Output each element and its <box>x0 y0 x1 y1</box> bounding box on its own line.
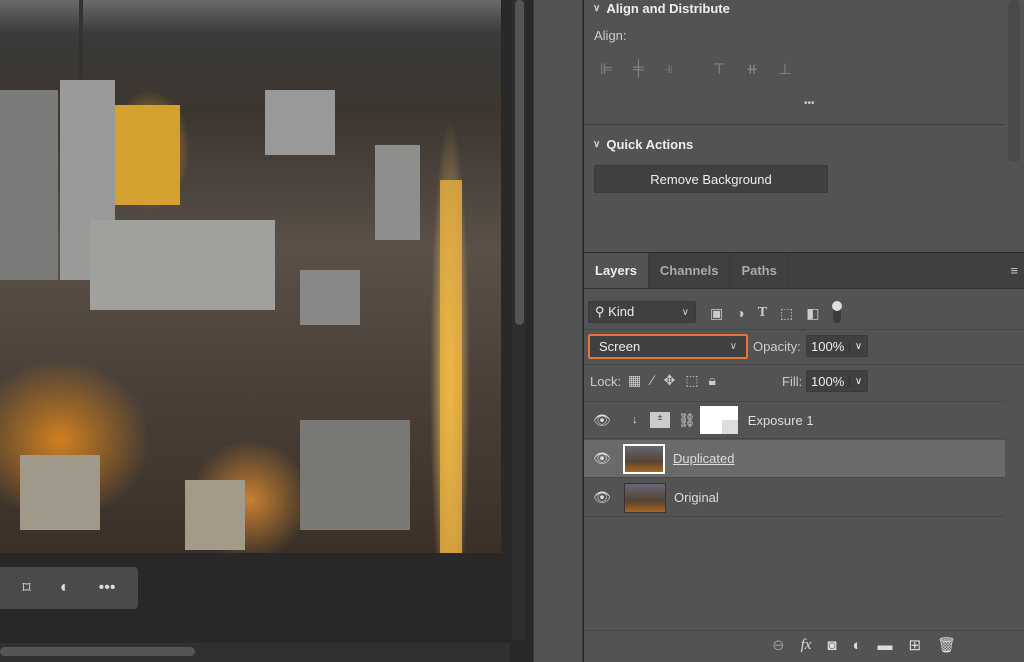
fill-label: Fill: <box>782 374 803 389</box>
tab-layers[interactable]: Layers <box>584 253 649 288</box>
properties-scrollbar[interactable] <box>1008 0 1020 162</box>
align-distribute-header[interactable]: ∨ Align and Distribute <box>593 1 730 16</box>
layer-row-duplicated[interactable]: 👁︎ Duplicated <box>584 440 1005 478</box>
layer-name[interactable]: Original <box>674 490 719 505</box>
align-right-icon[interactable]: ⫣ <box>664 60 673 78</box>
fill-value: 100% <box>811 373 845 389</box>
exposure-adjustment-icon: ± <box>650 412 670 428</box>
fx-icon[interactable]: fx <box>801 637 812 654</box>
chevron-down-icon[interactable]: ∨ <box>849 375 867 387</box>
more-options-button[interactable]: ••• <box>804 98 815 109</box>
contextual-task-bar: ⌑ ◐ ••• <box>0 567 138 609</box>
chevron-down-icon: ∨ <box>593 139 601 150</box>
lock-position-move-icon[interactable]: ✥ <box>664 372 676 389</box>
layer-thumbnail <box>623 443 665 474</box>
blend-mode-select[interactable]: Screen ∨ <box>588 334 748 359</box>
new-adjustment-layer-icon[interactable]: ◐ <box>852 637 861 654</box>
lock-paint-brush-icon[interactable]: ⁄ <box>651 372 653 389</box>
visibility-eye-icon[interactable]: 👁︎ <box>584 489 620 506</box>
pixel-filter-icon[interactable]: ▣ <box>710 305 723 322</box>
trash-icon[interactable]: 🗑︎ <box>937 636 956 654</box>
document-canvas[interactable] <box>0 0 501 553</box>
chevron-down-icon[interactable]: ∨ <box>849 340 867 352</box>
align-vcenter-icon[interactable]: ⧺ <box>746 60 759 78</box>
filter-value: Kind <box>608 304 635 319</box>
properties-panel: ∨ Align and Distribute Align: ⊫ ╪ ⫣ ⊤ ⧺ … <box>584 0 1024 252</box>
shape-filter-icon[interactable]: ⬚ <box>780 305 793 322</box>
filter-icons: ▣ ◑ T ⬚ ◧ <box>710 301 842 323</box>
panel-dock-strip <box>533 0 583 662</box>
chevron-down-icon: ∨ <box>729 341 737 352</box>
clipping-arrow-icon: ↓ <box>632 414 638 426</box>
chevron-down-icon: ∨ <box>681 306 689 318</box>
new-group-folder-icon[interactable]: ▬ <box>878 637 893 654</box>
panel-menu-icon[interactable]: ≡ <box>1010 253 1024 288</box>
align-label: Align: <box>594 28 627 43</box>
filter-toggle[interactable] <box>831 301 842 323</box>
horizontal-scroll-thumb[interactable] <box>0 647 195 656</box>
lock-artboard-icon[interactable]: ⬚ <box>685 372 698 389</box>
layer-row-exposure[interactable]: 👁︎ ↓ ± ⛓︎ Exposure 1 <box>584 401 1005 439</box>
layers-panel: Layers Channels Paths ≡ ⚲ Kind ∨ ▣ ◑ T ⬚… <box>584 253 1024 662</box>
vertical-scroll-thumb[interactable] <box>515 0 524 325</box>
opacity-value: 100% <box>811 338 845 354</box>
panel-tabs: Layers Channels Paths ≡ <box>584 253 1024 289</box>
lock-label: Lock: <box>590 374 622 389</box>
fill-input[interactable]: 100% ∨ <box>806 370 868 392</box>
align-top-icon[interactable]: ⊤ <box>713 60 726 78</box>
link-layers-icon[interactable]: ⊖ <box>772 636 785 654</box>
align-bottom-icon[interactable]: ⊥ <box>778 60 791 78</box>
chevron-down-icon: ∨ <box>593 3 601 14</box>
tab-paths[interactable]: Paths <box>730 253 789 288</box>
adjustment-icon[interactable]: ◐ <box>60 579 70 597</box>
lock-icons: ▦ ⁄ ✥ ⬚ 🔒︎ <box>628 372 716 389</box>
adjustment-filter-icon[interactable]: ◑ <box>736 305 744 321</box>
add-mask-icon[interactable]: ◙ <box>827 637 836 654</box>
layer-row-original[interactable]: 👁︎ Original <box>584 479 1005 517</box>
visibility-eye-icon[interactable]: 👁︎ <box>584 450 620 467</box>
layer-thumbnail <box>624 482 666 513</box>
tab-channels[interactable]: Channels <box>649 253 731 288</box>
lock-all-icon[interactable]: 🔒︎ <box>709 372 716 389</box>
layer-mask-thumbnail[interactable] <box>699 406 738 434</box>
quick-actions-header[interactable]: ∨ Quick Actions <box>593 137 693 152</box>
search-icon: ⚲ <box>595 304 605 319</box>
section-title: Align and Distribute <box>606 1 730 16</box>
new-layer-icon[interactable]: ⊞ <box>909 636 922 654</box>
align-left-icon[interactable]: ⊫ <box>600 60 613 78</box>
align-hcenter-icon[interactable]: ╪ <box>633 60 644 78</box>
remove-background-button[interactable]: Remove Background <box>594 165 828 193</box>
more-icon[interactable]: ••• <box>99 579 116 597</box>
lock-transparent-icon[interactable]: ▦ <box>628 372 641 389</box>
transform-icon[interactable]: ⌑ <box>23 578 31 598</box>
link-icon[interactable]: ⛓︎ <box>678 412 696 429</box>
section-title: Quick Actions <box>606 137 694 152</box>
layer-name[interactable]: Duplicated <box>673 451 734 466</box>
smart-object-filter-icon[interactable]: ◧ <box>806 305 819 322</box>
opacity-input[interactable]: 100% ∨ <box>806 335 868 357</box>
visibility-eye-icon[interactable]: 👁︎ <box>584 412 620 429</box>
blend-mode-value: Screen <box>599 339 641 354</box>
align-buttons: ⊫ ╪ ⫣ ⊤ ⧺ ⊥ <box>600 60 791 78</box>
opacity-label: Opacity: <box>753 339 801 354</box>
layer-name[interactable]: Exposure 1 <box>748 413 814 428</box>
type-filter-icon[interactable]: T <box>758 305 767 321</box>
layers-footer-toolbar: ⊖ fx ◙ ◐ ▬ ⊞ 🗑︎ <box>772 636 956 655</box>
filter-kind-select[interactable]: ⚲ Kind ∨ <box>588 301 696 323</box>
divider <box>584 124 1004 125</box>
